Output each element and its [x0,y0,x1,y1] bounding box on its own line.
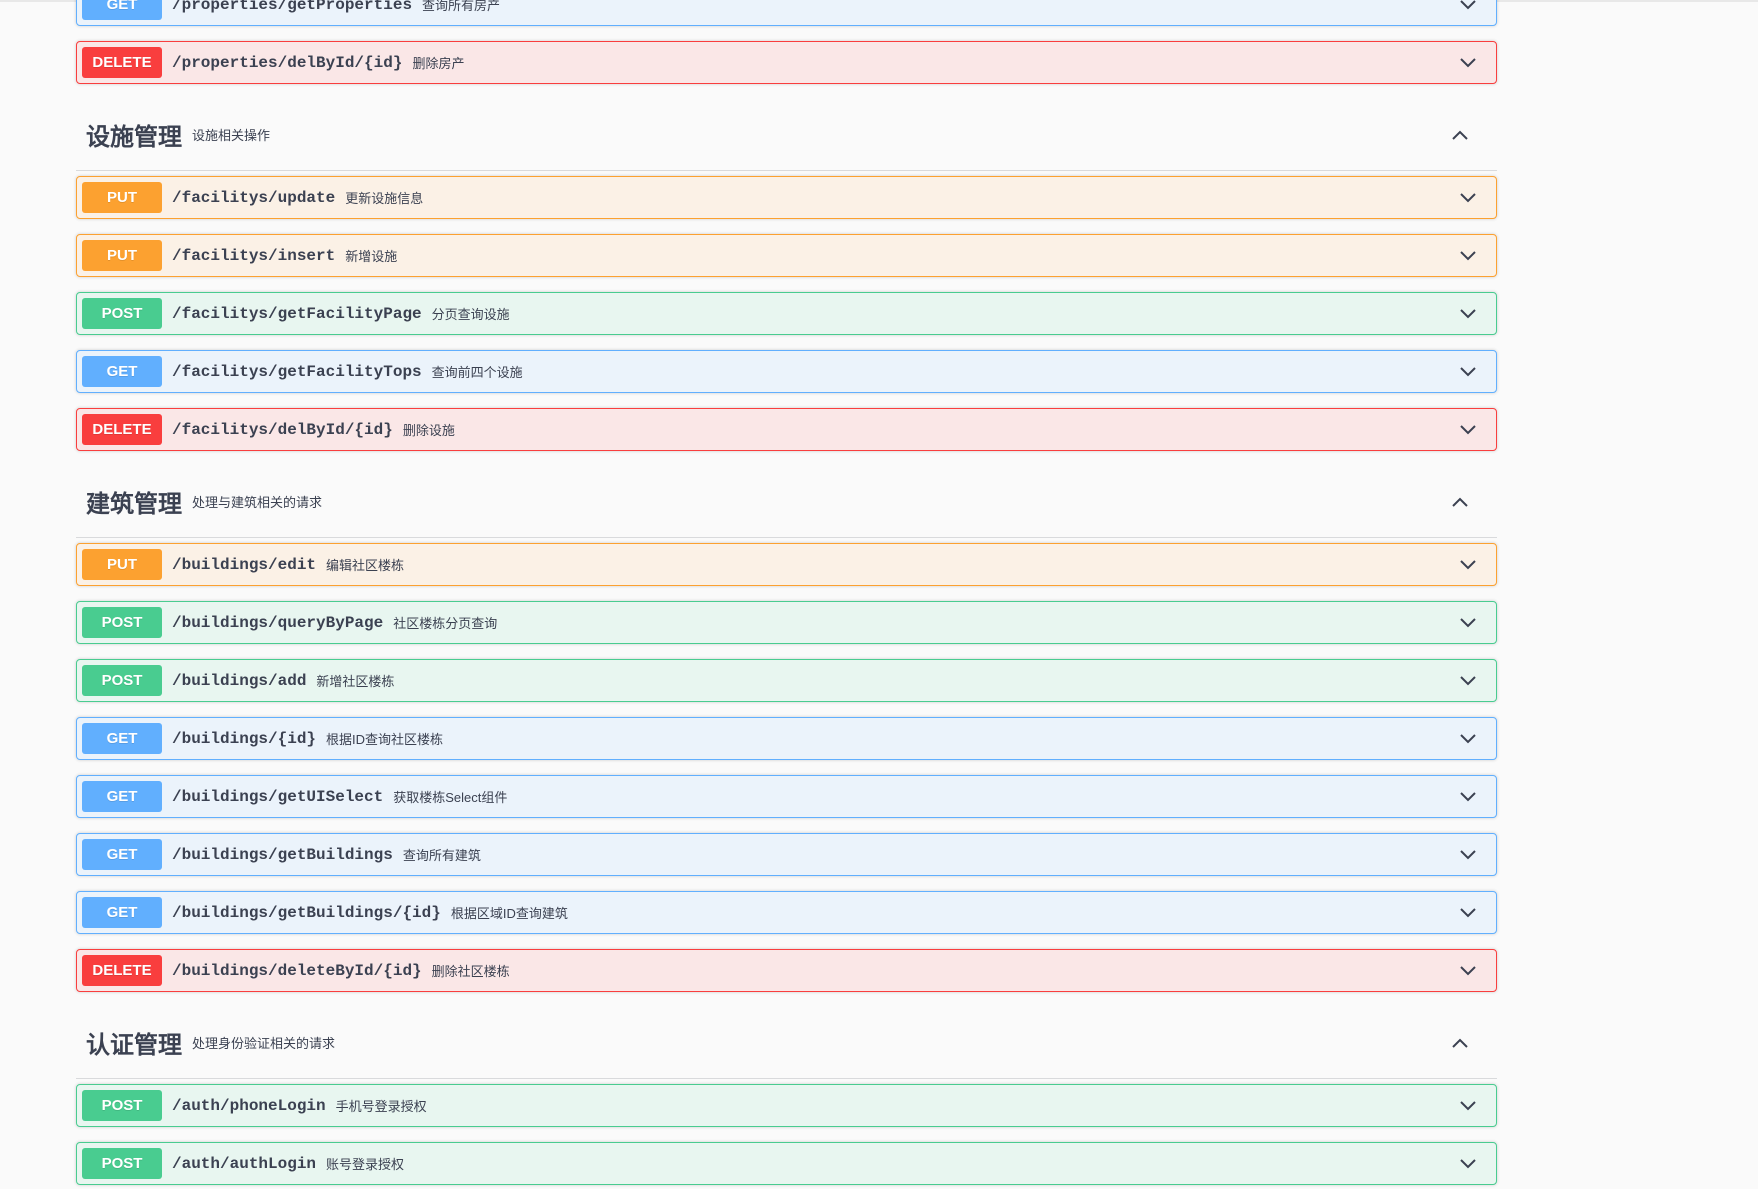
method-badge: POST [82,1090,162,1121]
chevron-down-icon[interactable] [1455,842,1481,868]
operation-path: /buildings/add [172,671,307,690]
method-badge: PUT [82,240,162,271]
chevron-down-icon[interactable] [1455,1151,1481,1177]
tag-description: 设施相关操作 [192,128,271,143]
chevron-down-icon[interactable] [1455,668,1481,694]
chevron-up-icon[interactable] [1447,489,1473,515]
tag-title: 认证管理 [86,1032,182,1059]
method-badge: DELETE [82,955,162,986]
operation-path: /buildings/getBuildings/{id} [172,903,441,922]
chevron-down-icon[interactable] [1455,1093,1481,1119]
operation-path: /facilitys/getFacilityPage [172,304,422,323]
operation-summary: 删除社区楼栋 [431,964,510,979]
operation-row[interactable]: GET /buildings/{id} 根据ID查询社区楼栋 [76,717,1497,760]
chevron-down-icon[interactable] [1455,359,1481,385]
method-badge: GET [82,781,162,812]
chevron-down-icon[interactable] [1455,958,1481,984]
operation-summary: 分页查询设施 [431,307,510,322]
chevron-up-icon[interactable] [1447,1030,1473,1056]
operation-path: /buildings/queryByPage [172,613,384,632]
operation-summary: 删除房产 [412,56,465,71]
chevron-down-icon[interactable] [1455,900,1481,926]
chevron-down-icon[interactable] [1455,50,1481,76]
chevron-down-icon[interactable] [1455,417,1481,443]
chevron-down-icon[interactable] [1455,610,1481,636]
operation-row[interactable]: POST /buildings/queryByPage 社区楼栋分页查询 [76,601,1497,644]
operation-summary: 社区楼栋分页查询 [393,616,498,631]
chevron-down-icon[interactable] [1455,301,1481,327]
method-badge: GET [82,723,162,754]
operation-path: /facilitys/insert [172,246,336,265]
operation-path: /facilitys/getFacilityTops [172,362,422,381]
operation-summary: 查询所有房产 [422,0,501,13]
operation-row[interactable]: PUT /facilitys/update 更新设施信息 [76,176,1497,219]
method-badge: POST [82,665,162,696]
tag-description: 处理身份验证相关的请求 [192,1036,336,1051]
operation-summary: 根据区域ID查询建筑 [450,906,568,921]
operation-summary: 新增社区楼栋 [316,674,395,689]
operation-path: /buildings/{id} [172,729,317,748]
method-badge: POST [82,607,162,638]
operation-summary: 手机号登录授权 [335,1099,427,1114]
method-badge: GET [82,0,162,20]
operation-path: /facilitys/delById/{id} [172,420,393,439]
operation-row[interactable]: GET /buildings/getBuildings 查询所有建筑 [76,833,1497,876]
operation-row[interactable]: GET /buildings/getBuildings/{id} 根据区域ID查… [76,891,1497,934]
operation-path: /auth/authLogin [172,1154,317,1173]
operation-row[interactable]: GET /facilitys/getFacilityTops 查询前四个设施 [76,350,1497,393]
operation-path: /properties/delById/{id} [172,53,403,72]
swagger-page: GET /properties/getProperties 查询所有房产 DEL… [0,0,1758,1189]
operation-row[interactable]: POST /auth/authLogin 账号登录授权 [76,1142,1497,1185]
tag-section-header[interactable]: 设施管理 设施相关操作 [76,99,1497,171]
operation-summary: 获取楼栋Select组件 [393,790,508,805]
operation-path: /properties/getProperties [172,0,413,14]
operation-summary: 根据ID查询社区楼栋 [326,732,444,747]
method-badge: DELETE [82,414,162,445]
chevron-down-icon[interactable] [1455,0,1481,18]
method-badge: GET [82,839,162,870]
operation-path: /buildings/getBuildings [172,845,393,864]
operations-list: GET /properties/getProperties 查询所有房产 DEL… [76,0,1497,1189]
operation-path: /facilitys/update [172,188,336,207]
operation-row[interactable]: DELETE /buildings/deleteById/{id} 删除社区楼栋 [76,949,1497,992]
operation-summary: 账号登录授权 [326,1157,405,1172]
chevron-down-icon[interactable] [1455,726,1481,752]
operation-summary: 更新设施信息 [345,191,424,206]
operation-row[interactable]: DELETE /facilitys/delById/{id} 删除设施 [76,408,1497,451]
chevron-down-icon[interactable] [1455,552,1481,578]
method-badge: DELETE [82,47,162,78]
operation-summary: 查询前四个设施 [431,365,523,380]
tag-title: 建筑管理 [86,491,182,518]
chevron-down-icon[interactable] [1455,784,1481,810]
operation-path: /buildings/deleteById/{id} [172,961,422,980]
chevron-up-icon[interactable] [1447,122,1473,148]
operation-summary: 新增设施 [345,249,398,264]
method-badge: POST [82,298,162,329]
operation-summary: 删除设施 [402,423,455,438]
operation-row[interactable]: POST /auth/phoneLogin 手机号登录授权 [76,1084,1497,1127]
chevron-down-icon[interactable] [1455,185,1481,211]
tag-section-header[interactable]: 认证管理 处理身份验证相关的请求 [76,1007,1497,1079]
operation-path: /buildings/getUISelect [172,787,384,806]
method-badge: GET [82,356,162,387]
operation-row[interactable]: GET /buildings/getUISelect 获取楼栋Select组件 [76,775,1497,818]
chevron-down-icon[interactable] [1455,243,1481,269]
operation-row[interactable]: POST /buildings/add 新增社区楼栋 [76,659,1497,702]
method-badge: PUT [82,182,162,213]
operation-summary: 查询所有建筑 [402,848,481,863]
method-badge: GET [82,897,162,928]
tag-title: 设施管理 [86,124,182,151]
method-badge: PUT [82,549,162,580]
operation-path: /auth/phoneLogin [172,1096,326,1115]
tag-description: 处理与建筑相关的请求 [192,495,323,510]
operation-row[interactable]: PUT /facilitys/insert 新增设施 [76,234,1497,277]
operation-summary: 编辑社区楼栋 [326,558,405,573]
method-badge: POST [82,1148,162,1179]
operation-row[interactable]: GET /properties/getProperties 查询所有房产 [76,0,1497,26]
tag-section-header[interactable]: 建筑管理 处理与建筑相关的请求 [76,466,1497,538]
operation-row[interactable]: POST /facilitys/getFacilityPage 分页查询设施 [76,292,1497,335]
operation-row[interactable]: PUT /buildings/edit 编辑社区楼栋 [76,543,1497,586]
operation-row[interactable]: DELETE /properties/delById/{id} 删除房产 [76,41,1497,84]
operation-path: /buildings/edit [172,555,317,574]
